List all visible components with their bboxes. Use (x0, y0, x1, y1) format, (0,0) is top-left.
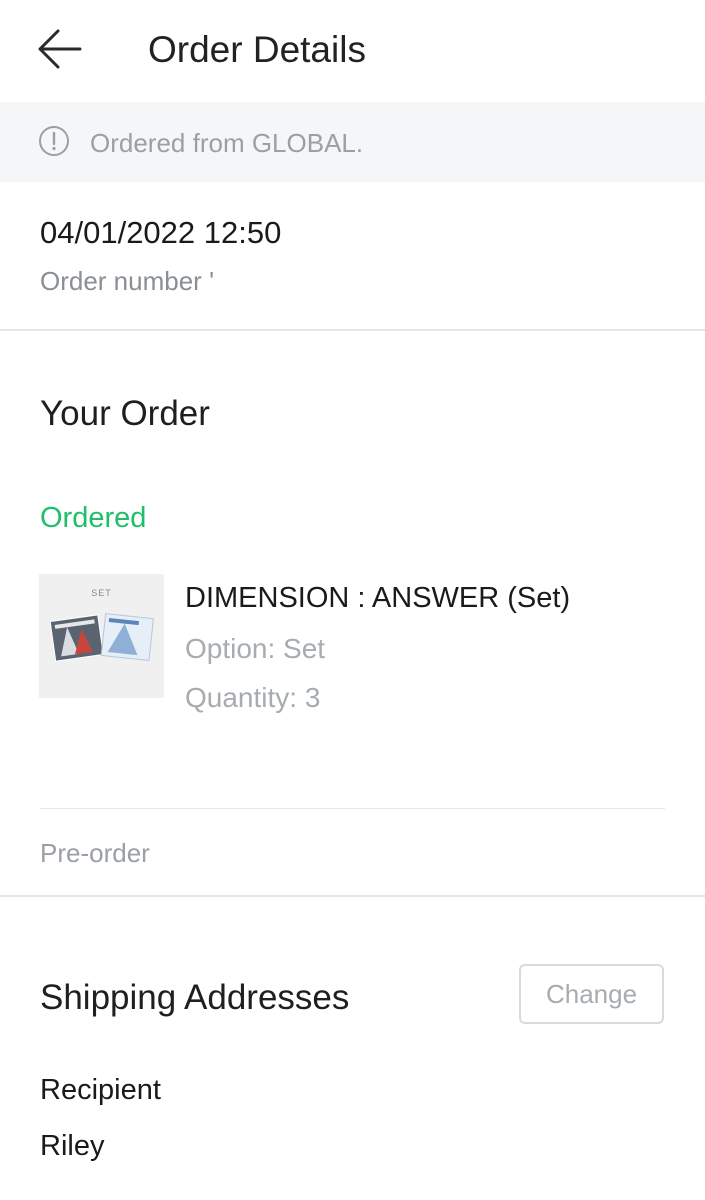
info-circle-icon (39, 126, 69, 156)
product-quantity: Quantity: 3 (185, 682, 321, 713)
section-divider (0, 329, 705, 331)
order-status: Ordered (40, 502, 147, 534)
notice-text: Ordered from GLOBAL. (90, 128, 364, 158)
change-address-button[interactable]: Change (519, 964, 664, 1024)
page-title: Order Details (148, 29, 366, 70)
back-button[interactable] (34, 26, 84, 72)
item-divider (40, 808, 665, 809)
product-name[interactable]: DIMENSION : ANSWER (Set) (185, 581, 570, 615)
recipient-name: Riley (40, 1130, 105, 1162)
your-order-title: Your Order (40, 394, 210, 433)
order-number: Order number ' (40, 266, 215, 296)
arrow-left-icon (38, 29, 82, 69)
section-divider (0, 895, 705, 897)
app-header: Order Details (0, 0, 705, 102)
preorder-label: Pre-order (40, 838, 150, 868)
product-thumbnail[interactable]: SET (39, 574, 164, 698)
product-image (49, 613, 154, 662)
product-option: Option: Set (185, 633, 326, 664)
recipient-label: Recipient (40, 1074, 161, 1106)
shipping-title: Shipping Addresses (40, 978, 350, 1017)
thumbnail-label: SET (91, 588, 112, 598)
order-datetime: 04/01/2022 12:50 (40, 215, 282, 250)
